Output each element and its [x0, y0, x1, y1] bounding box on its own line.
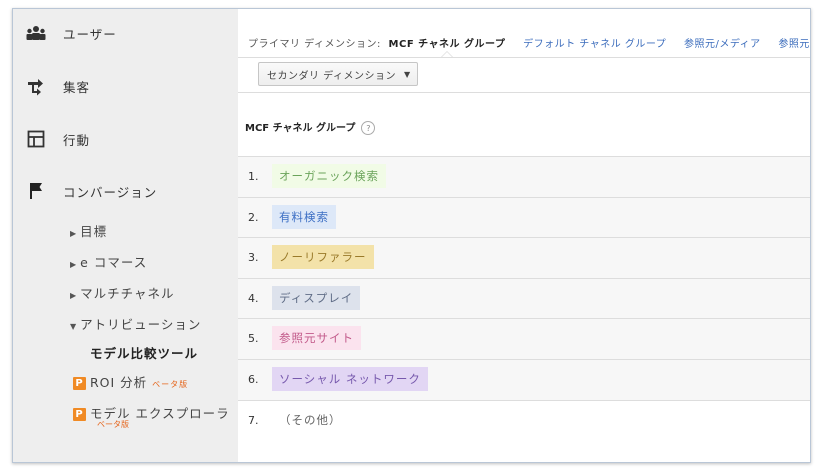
premium-badge-icon: P — [73, 377, 86, 390]
sidebar-subitem-attribution[interactable]: ▼ アトリビューション — [70, 314, 201, 333]
sidebar-subitem-multichannel[interactable]: ▶ マルチチャネル — [70, 283, 175, 302]
caret-right-icon: ▶ — [70, 260, 78, 269]
sidebar-subitem-label: アトリビューション — [80, 317, 202, 332]
row-number: 6. — [248, 373, 259, 386]
help-icon[interactable]: ? — [361, 121, 376, 135]
caret-down-icon: ▼ — [70, 322, 78, 331]
channel-label[interactable]: ディスプレイ — [272, 285, 361, 310]
sidebar: ユーザー 集客 行動 コンバージョン ▶ 目標 ▶ e コマース ▶ マルチチャ… — [13, 9, 238, 462]
sidebar-item-acquisition[interactable]: 集客 — [13, 66, 238, 106]
table-row[interactable]: 5. 参照元サイト — [238, 318, 810, 360]
sidebar-item-label: ユーザー — [63, 26, 117, 42]
sidebar-item-label: 行動 — [63, 132, 91, 148]
app-frame: ユーザー 集客 行動 コンバージョン ▶ 目標 ▶ e コマース ▶ マルチチャ… — [12, 8, 811, 463]
sidebar-item-label: 集客 — [63, 79, 91, 95]
column-header-mcf-channel-group: MCF チャネル グループ? — [245, 119, 376, 135]
channel-label[interactable]: ソーシャル ネットワーク — [272, 367, 428, 391]
sidebar-subitem-model-compare[interactable]: モデル比較ツール — [90, 343, 198, 362]
table-row[interactable]: 3. ノーリファラー — [238, 237, 810, 279]
active-dimension-pointer — [441, 51, 453, 57]
sidebar-subitem-ecommerce[interactable]: ▶ e コマース — [70, 252, 147, 271]
secondary-dimension-dropdown[interactable]: セカンダリ ディメンション ▼ — [258, 62, 418, 86]
row-number: 4. — [248, 291, 259, 305]
acquisition-arrows-icon — [25, 75, 47, 97]
row-number: 5. — [248, 332, 259, 346]
beta-label: ベータ版 — [97, 420, 129, 429]
flag-icon — [25, 180, 47, 202]
table-row[interactable]: 2. 有料検索 — [238, 196, 810, 238]
row-number: 7. — [248, 413, 259, 427]
primary-dimension-label: プライマリ ディメンション: — [248, 39, 381, 50]
column-header-label: MCF チャネル グループ — [245, 123, 356, 134]
sidebar-subitem-label: マルチチャネル — [80, 286, 175, 301]
chevron-down-icon: ▼ — [403, 69, 411, 79]
sidebar-subitem-roi[interactable]: P ROI 分析 ベータ版 — [73, 372, 188, 391]
sidebar-item-label: コンバージョン — [63, 184, 158, 200]
channel-label[interactable]: ノーリファラー — [272, 245, 374, 270]
behavior-layout-icon — [25, 128, 47, 150]
channel-label[interactable]: オーガニック検索 — [272, 164, 386, 188]
sidebar-item-behavior[interactable]: 行動 — [13, 119, 238, 159]
premium-badge-icon: P — [73, 408, 86, 421]
caret-right-icon: ▶ — [70, 229, 78, 238]
table-row[interactable]: 4. ディスプレイ — [238, 277, 810, 319]
main-content: プライマリ ディメンション: MCF チャネル グループ デフォルト チャネル … — [238, 9, 810, 462]
sidebar-subitem-goals[interactable]: ▶ 目標 — [70, 221, 107, 240]
secondary-dimension-label: セカンダリ ディメンション — [267, 70, 396, 82]
channel-label[interactable]: （その他） — [272, 408, 349, 432]
users-icon — [25, 22, 47, 44]
divider — [238, 57, 810, 58]
sidebar-subitem-label: e コマース — [80, 255, 148, 270]
channel-label[interactable]: 参照元サイト — [272, 326, 361, 351]
table-row[interactable]: 7. （その他） — [238, 399, 810, 441]
sidebar-subitem-label: ROI 分析 — [90, 375, 148, 390]
row-number: 3. — [248, 251, 259, 265]
beta-label: ベータ版 — [152, 380, 189, 389]
dimension-link-default-channel-group[interactable]: デフォルト チャネル グループ — [523, 39, 666, 50]
sidebar-subitem-label: 目標 — [80, 224, 108, 239]
sidebar-item-users[interactable]: ユーザー — [13, 13, 238, 53]
dimension-link-source[interactable]: 参照元 — [778, 39, 810, 50]
sidebar-item-conversions[interactable]: コンバージョン — [13, 171, 238, 211]
table-header: MCF チャネル グループ? — [238, 92, 810, 156]
table-row[interactable]: 1. オーガニック検索 — [238, 156, 810, 197]
dimension-tab-mcf-channel-group[interactable]: MCF チャネル グループ — [389, 39, 506, 50]
primary-dimension-bar: プライマリ ディメンション: MCF チャネル グループ デフォルト チャネル … — [248, 35, 810, 50]
dimension-link-source-medium[interactable]: 参照元/メディア — [684, 39, 761, 50]
caret-right-icon: ▶ — [70, 291, 78, 300]
row-number: 2. — [248, 210, 259, 224]
row-number: 1. — [248, 170, 259, 183]
table-row[interactable]: 6. ソーシャル ネットワーク — [238, 359, 810, 400]
channel-label[interactable]: 有料検索 — [272, 204, 336, 229]
